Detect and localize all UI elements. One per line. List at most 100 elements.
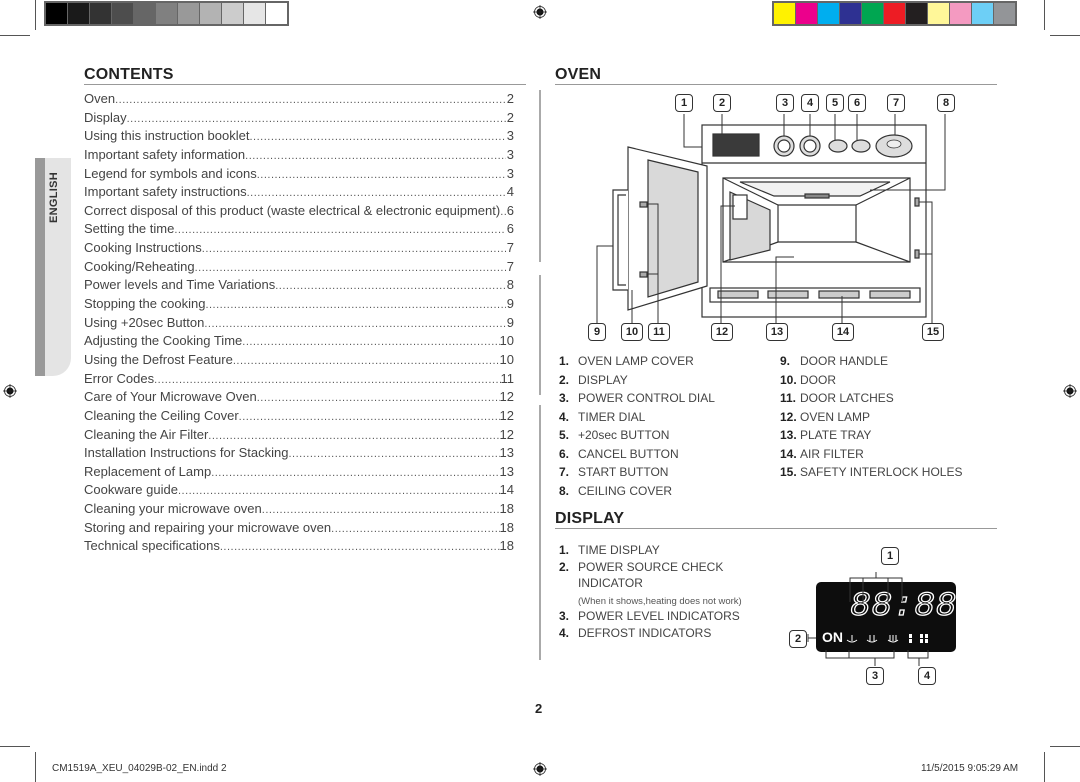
toc-entry[interactable]: Using the Defrost Feature 10: [84, 352, 514, 371]
item-number: 12.: [780, 409, 797, 424]
toc-entry[interactable]: Technical specifications 18: [84, 538, 514, 557]
toc-entry-page: 9: [506, 296, 514, 312]
registration-mark-icon: [533, 5, 547, 19]
part-list-item: 11. DOOR LATCHES: [780, 391, 963, 410]
crop-mark: [0, 746, 30, 747]
toc-leader-dots: [289, 448, 500, 460]
toc-entry[interactable]: Cooking Instructions 7: [84, 240, 514, 259]
item-number: 9.: [780, 354, 791, 368]
color-swatch: [840, 3, 861, 24]
toc-entry[interactable]: Storing and repairing your microwave ove…: [84, 520, 514, 539]
toc-entry[interactable]: Care of Your Microwave Oven 12: [84, 389, 514, 408]
item-number: 1.: [559, 543, 570, 557]
color-swatch: [928, 3, 949, 24]
toc-entry[interactable]: Cookware guide 14: [84, 482, 514, 501]
toc-leader-dots: [275, 280, 506, 292]
toc-entry[interactable]: Important safety information 3: [84, 147, 514, 166]
callout-12: 12: [711, 323, 733, 341]
toc-entry-title: Correct disposal of this product (waste …: [84, 202, 501, 218]
toc-entry-title: Oven: [84, 91, 116, 106]
callout-10: 10: [621, 323, 643, 341]
toc-leader-dots: [154, 374, 500, 386]
item-label: DEFROST INDICATORS: [578, 625, 712, 640]
part-list-item: 14. AIR FILTER: [780, 447, 963, 466]
toc-entry[interactable]: Correct disposal of this product (waste …: [84, 203, 514, 222]
part-list-item: 10. DOOR: [780, 373, 963, 392]
table-of-contents: Oven 2 Display 2 Using this instruction book…: [84, 91, 514, 557]
toc-entry-page: 11: [500, 370, 515, 386]
toc-entry-page: 12: [499, 407, 514, 423]
item-number: 1.: [559, 354, 570, 368]
toc-entry[interactable]: Oven 2: [84, 91, 514, 110]
toc-leader-dots: [174, 224, 506, 236]
toc-entry-title: Important safety information: [84, 146, 246, 162]
item-label: DOOR: [800, 372, 836, 387]
callout-9: 9: [588, 323, 606, 341]
part-list-item: 1. TIME DISPLAY: [559, 543, 742, 560]
toc-entry[interactable]: Adjusting the Cooking Time 10: [84, 333, 514, 352]
item-number: 3.: [559, 391, 570, 405]
toc-entry-title: Cleaning the Air Filter: [84, 426, 209, 442]
toc-leader-dots: [262, 504, 500, 516]
color-swatch: [796, 3, 817, 24]
heading-rule: [84, 84, 526, 85]
toc-entry[interactable]: Installation Instructions for Stacking 13: [84, 445, 514, 464]
callout-7: 7: [887, 94, 905, 112]
crop-mark: [1044, 752, 1045, 782]
toc-entry[interactable]: Cleaning the Ceiling Cover 12: [84, 408, 514, 427]
toc-entry[interactable]: Cleaning your microwave oven 18: [84, 501, 514, 520]
toc-entry[interactable]: Using this instruction booklet 3: [84, 128, 514, 147]
toc-entry[interactable]: Error Codes 11: [84, 371, 514, 390]
toc-entry-title: Care of Your Microwave Oven: [84, 389, 257, 405]
item-number: 11.: [780, 391, 797, 405]
toc-entry-page: 10: [499, 333, 514, 349]
color-swatch: [178, 3, 199, 24]
part-list-item: 2. DISPLAY: [559, 373, 715, 392]
toc-entry-title: Setting the time: [84, 221, 175, 237]
toc-leader-dots: [204, 318, 506, 330]
toc-entry-title: Error Codes: [84, 370, 155, 386]
callout-3: 3: [776, 94, 794, 112]
item-label: INDICATOR: [578, 576, 643, 590]
toc-leader-dots: [331, 523, 499, 535]
item-label: START BUTTON: [578, 465, 669, 479]
toc-entry[interactable]: Power levels and Time Variations 8: [84, 277, 514, 296]
item-label: AIR FILTER: [800, 446, 864, 461]
toc-entry-page: 7: [506, 258, 514, 274]
item-label: CEILING COVER: [578, 483, 673, 498]
display-callout-3: 3: [866, 667, 884, 685]
toc-entry[interactable]: Important safety instructions 4: [84, 184, 514, 203]
toc-entry[interactable]: Stopping the cooking 9: [84, 296, 514, 315]
registration-mark-icon: [1063, 384, 1077, 398]
toc-entry[interactable]: Display 2: [84, 110, 514, 129]
toc-entry-title: Legend for symbols and icons: [84, 165, 257, 181]
toc-entry[interactable]: Cleaning the Air Filter 12: [84, 427, 514, 446]
callout-14: 14: [832, 323, 854, 341]
part-list-item: 7. START BUTTON: [559, 465, 715, 484]
door-latch: [639, 201, 648, 208]
part-list-item: 4. TIMER DIAL: [559, 410, 715, 429]
toc-entry-title: Using the Defrost Feature: [84, 351, 233, 367]
part-list-item: 15. SAFETY INTERLOCK HOLES: [780, 465, 963, 484]
color-swatch: [156, 3, 177, 24]
toc-entry[interactable]: Cooking/Reheating 7: [84, 259, 514, 278]
part-list-item: 5. +20sec BUTTON: [559, 428, 715, 447]
toc-entry[interactable]: Setting the time 6: [84, 221, 514, 240]
item-number: 3.: [559, 609, 570, 623]
item-number: 2.: [559, 372, 570, 387]
toc-entry-title: Display: [84, 109, 127, 125]
toc-entry-page: 6: [506, 221, 514, 237]
item-number: 10.: [780, 372, 797, 387]
toc-entry[interactable]: Using +20sec Button 9: [84, 315, 514, 334]
part-list-item: 8. CEILING COVER: [559, 484, 715, 503]
toc-leader-dots: [115, 94, 506, 106]
item-label: (When it shows,heating does not work): [578, 595, 742, 607]
toc-leader-dots: [257, 392, 500, 404]
item-number: 6.: [559, 446, 570, 461]
interlock-hole: [914, 197, 920, 207]
toc-entry[interactable]: Legend for symbols and icons 3: [84, 166, 514, 185]
toc-entry[interactable]: Replacement of Lamp 13: [84, 464, 514, 483]
toc-entry-page: 18: [499, 538, 514, 554]
item-label: +20sec BUTTON: [578, 428, 670, 442]
crop-mark: [1050, 746, 1080, 747]
